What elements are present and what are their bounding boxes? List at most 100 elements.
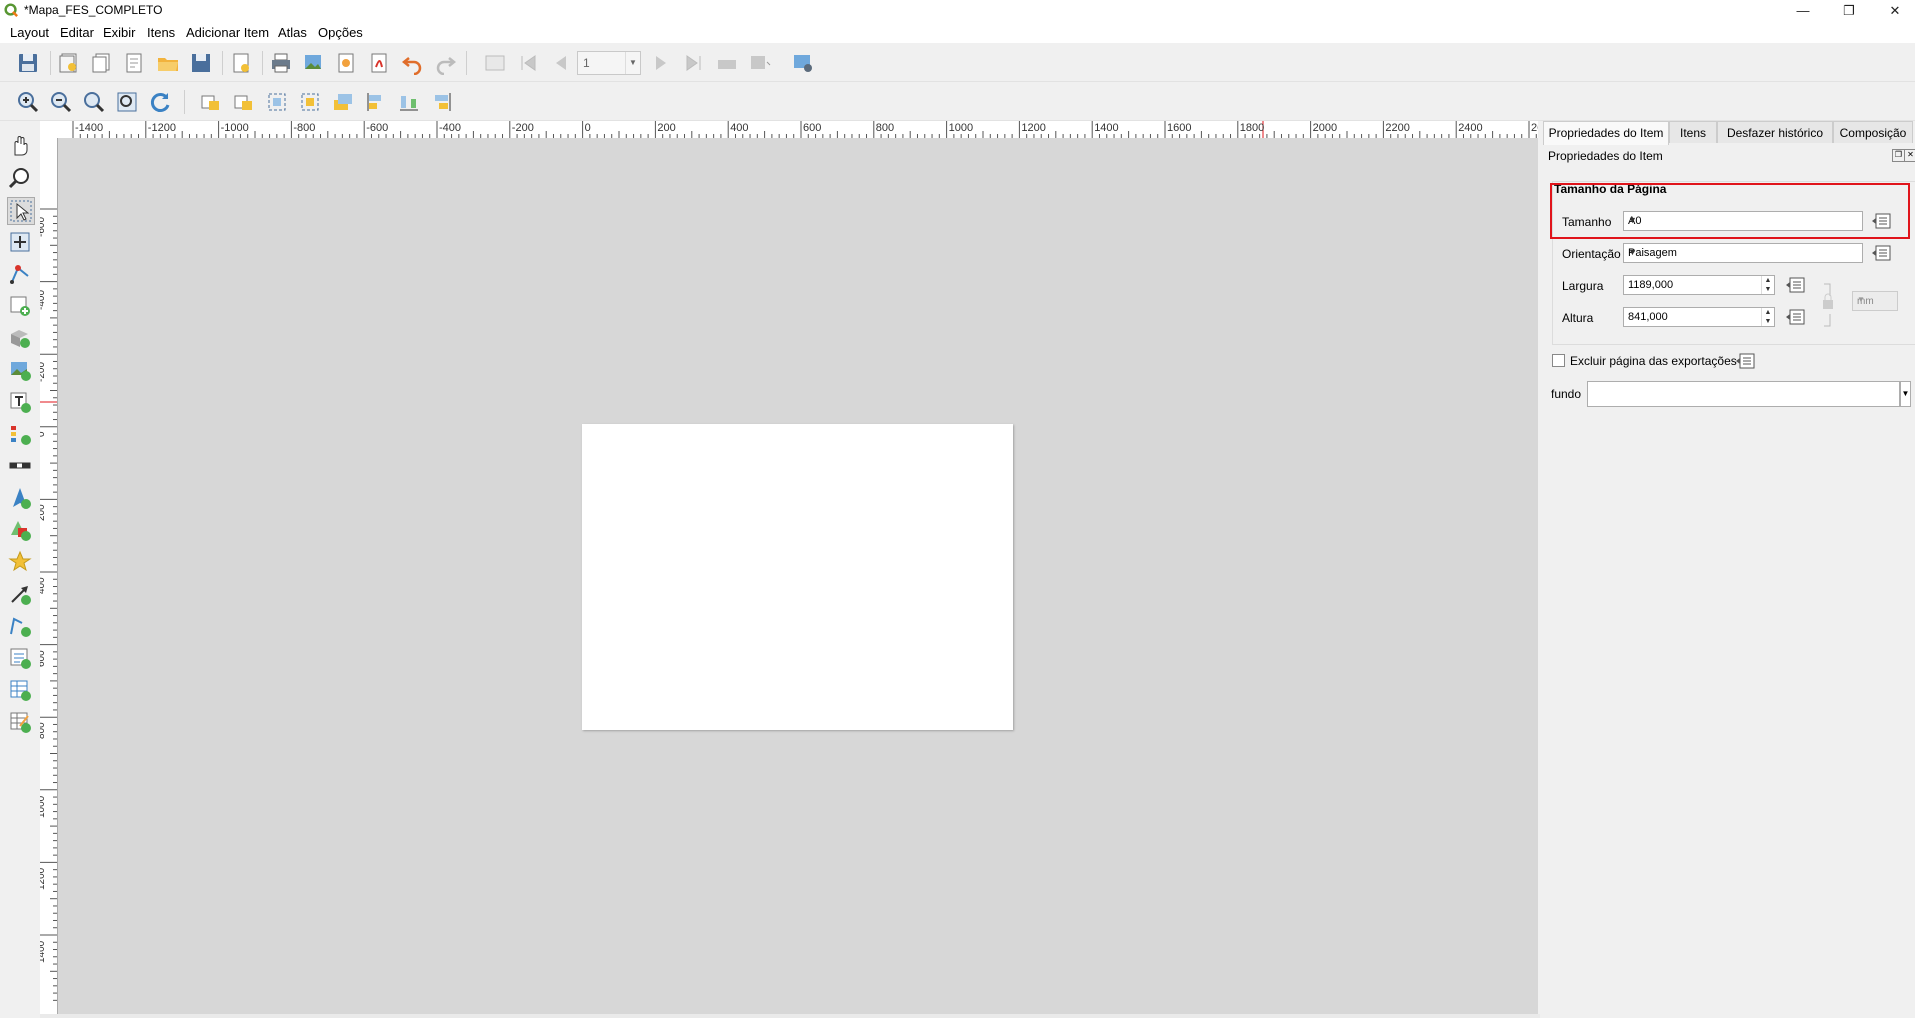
- atlas-settings-icon[interactable]: [790, 50, 816, 76]
- close-button[interactable]: ✕: [1872, 0, 1915, 22]
- pan-tool-icon[interactable]: [7, 133, 33, 159]
- menu-atlas[interactable]: Atlas: [278, 25, 307, 40]
- add-marker-icon[interactable]: [7, 549, 33, 575]
- atlas-page-spinbox[interactable]: 1 ▼: [577, 51, 641, 75]
- minimize-button[interactable]: —: [1780, 0, 1826, 22]
- width-spinbox[interactable]: 1189,000 ▲ ▼: [1623, 275, 1775, 295]
- data-defined-override-icon[interactable]: [1869, 210, 1895, 232]
- layout-page[interactable]: [582, 424, 1013, 730]
- resize-items-icon[interactable]: [429, 89, 455, 115]
- previous-feature-icon[interactable]: [548, 50, 574, 76]
- redo-icon[interactable]: [432, 50, 458, 76]
- menu-opcoes[interactable]: Opções: [318, 25, 363, 40]
- add-label-icon[interactable]: [7, 389, 33, 415]
- save-icon[interactable]: [15, 50, 41, 76]
- distribute-items-icon[interactable]: [396, 89, 422, 115]
- window-title: *Mapa_FES_COMPLETO: [24, 3, 163, 17]
- exclude-page-checkbox[interactable]: [1552, 354, 1565, 367]
- zoom-full-icon[interactable]: [114, 89, 140, 115]
- background-symbol-button[interactable]: [1587, 381, 1900, 407]
- ruler-label: 26: [1531, 122, 1538, 134]
- ruler-label: 200: [40, 504, 47, 522]
- export-atlas-icon[interactable]: [747, 50, 773, 76]
- add-3d-map-icon[interactable]: [7, 325, 33, 351]
- tab-undo-history[interactable]: Desfazer histórico: [1717, 121, 1833, 143]
- add-scale-bar-icon[interactable]: [7, 453, 33, 479]
- orientation-combo[interactable]: Paisagem ▼: [1623, 243, 1863, 263]
- print-atlas-icon[interactable]: [714, 50, 740, 76]
- layout-manager-icon[interactable]: [122, 50, 148, 76]
- horizontal-ruler[interactable]: -1400 -1200 -1000 -800 -600 -400 -200 0 200 400 60…: [40, 121, 1538, 139]
- menu-itens[interactable]: Itens: [147, 25, 175, 40]
- new-layout-icon[interactable]: [56, 50, 82, 76]
- atlas-preview-icon[interactable]: [482, 50, 508, 76]
- menu-editar[interactable]: Editar: [60, 25, 94, 40]
- tab-item-properties[interactable]: Propriedades do Item: [1543, 121, 1669, 145]
- add-picture-icon[interactable]: [7, 357, 33, 383]
- ruler-label: 0: [584, 122, 591, 134]
- ruler-label: 800: [40, 722, 47, 740]
- ruler-label: -1200: [147, 122, 176, 134]
- export-image-icon[interactable]: [301, 50, 327, 76]
- chevron-down-icon[interactable]: ▼: [625, 52, 640, 74]
- add-arrow-icon[interactable]: [7, 581, 33, 607]
- chevron-down-icon[interactable]: ▼: [1900, 381, 1911, 407]
- export-svg-icon[interactable]: [334, 50, 360, 76]
- add-polyline-icon[interactable]: [7, 613, 33, 639]
- layout-canvas[interactable]: [58, 138, 1538, 1014]
- height-spinbox[interactable]: 841,000 ▲ ▼: [1623, 307, 1775, 327]
- unlock-items-icon[interactable]: [231, 89, 257, 115]
- menu-exibir[interactable]: Exibir: [103, 25, 136, 40]
- add-north-arrow-icon[interactable]: [7, 485, 33, 511]
- unit-combo[interactable]: mm ▼: [1852, 291, 1898, 311]
- ruler-label: -1000: [220, 122, 249, 134]
- data-defined-override-icon[interactable]: [1783, 306, 1809, 328]
- tab-items[interactable]: Itens: [1669, 121, 1717, 143]
- menu-layout[interactable]: Layout: [10, 25, 49, 40]
- next-feature-icon[interactable]: [648, 50, 674, 76]
- add-html-icon[interactable]: [7, 645, 33, 671]
- zoom-tool-icon[interactable]: [7, 165, 33, 191]
- add-shape-icon[interactable]: [7, 517, 33, 543]
- zoom-actual-icon[interactable]: [81, 89, 107, 115]
- spin-arrows-icon[interactable]: ▲ ▼: [1761, 308, 1774, 326]
- data-defined-override-icon[interactable]: [1783, 274, 1809, 296]
- data-defined-override-icon[interactable]: [1869, 242, 1895, 264]
- move-content-icon[interactable]: [7, 229, 33, 255]
- edit-nodes-icon[interactable]: [7, 261, 33, 287]
- lock-items-icon[interactable]: [198, 89, 224, 115]
- add-map-icon[interactable]: [7, 293, 33, 319]
- ruler-label: 0: [40, 431, 47, 437]
- zoom-in-icon[interactable]: [15, 89, 41, 115]
- print-icon[interactable]: [268, 50, 294, 76]
- duplicate-layout-icon[interactable]: [89, 50, 115, 76]
- restore-button[interactable]: ❐: [1826, 0, 1872, 22]
- lock-ratio-icon[interactable]: [1822, 282, 1836, 328]
- size-combo[interactable]: A0 ▼: [1623, 211, 1863, 231]
- export-pdf-icon[interactable]: [367, 50, 393, 76]
- add-fixed-table-icon[interactable]: [7, 709, 33, 735]
- open-template-icon[interactable]: [155, 50, 181, 76]
- vertical-ruler[interactable]: -600 -400 -200 0 200 400 600 800 1000 1200 1400: [40, 138, 58, 1014]
- menu-adicionar-item[interactable]: Adicionar Item: [186, 25, 269, 40]
- data-defined-override-icon[interactable]: [1733, 350, 1759, 372]
- menu-bar: Layout Editar Exibir Itens Adicionar Ite…: [0, 22, 1915, 43]
- add-page-icon[interactable]: [228, 50, 254, 76]
- tab-composition[interactable]: Composição: [1833, 121, 1913, 143]
- chevron-down-icon: ▼: [1628, 247, 1637, 257]
- first-feature-icon[interactable]: [515, 50, 541, 76]
- zoom-out-icon[interactable]: [48, 89, 74, 115]
- raise-items-icon[interactable]: [330, 89, 356, 115]
- align-items-icon[interactable]: [363, 89, 389, 115]
- add-legend-icon[interactable]: [7, 421, 33, 447]
- undo-icon[interactable]: [400, 50, 426, 76]
- ungroup-items-icon[interactable]: [297, 89, 323, 115]
- close-panel-icon[interactable]: ✕: [1904, 149, 1915, 162]
- last-feature-icon[interactable]: [681, 50, 707, 76]
- refresh-icon[interactable]: [147, 89, 173, 115]
- spin-arrows-icon[interactable]: ▲ ▼: [1761, 276, 1774, 294]
- save-template-icon[interactable]: [188, 50, 214, 76]
- select-tool-icon[interactable]: [7, 197, 35, 225]
- add-attribute-table-icon[interactable]: [7, 677, 33, 703]
- group-items-icon[interactable]: [264, 89, 290, 115]
